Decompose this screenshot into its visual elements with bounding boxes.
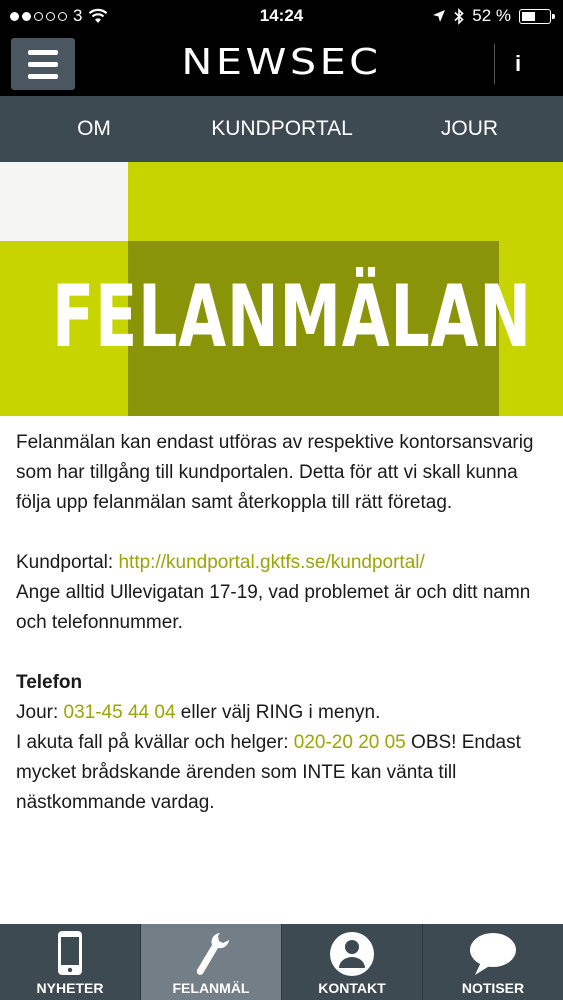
jour-label: Jour:: [16, 702, 64, 723]
nav-felanmal-label: FELANMÄL: [172, 980, 250, 996]
banner-title: FELANMÄLAN: [52, 267, 532, 367]
phone-heading: Telefon: [16, 672, 83, 693]
tab-bar: OM KUNDPORTAL JOUR: [0, 96, 563, 162]
phone-icon: [58, 931, 82, 975]
tab-om[interactable]: OM: [0, 96, 188, 162]
nav-notiser[interactable]: NOTISER: [423, 924, 563, 1000]
info-button[interactable]: i: [500, 48, 536, 80]
status-bar: 3 14:24 52 %: [0, 0, 563, 32]
banner-white-block: [0, 162, 128, 241]
nav-nyheter[interactable]: NYHETER: [0, 924, 141, 1000]
bluetooth-icon: [454, 7, 464, 25]
tab-kundportal[interactable]: KUNDPORTAL: [188, 96, 376, 162]
jour-line: Jour: 031-45 44 04 eller välj RING i men…: [16, 698, 551, 728]
urgent-phone-link[interactable]: 020-20 20 05: [294, 732, 406, 753]
intro-paragraph: Felanmälan kan endast utföras av respekt…: [16, 432, 534, 513]
portal-paragraph: Kundportal: http://kundportal.gktfs.se/k…: [16, 548, 551, 638]
newsec-logo: NEWSEC: [181, 42, 382, 83]
jour-phone-link[interactable]: 031-45 44 04: [64, 702, 176, 723]
urgent-paragraph: I akuta fall på kvällar och helger: 020-…: [16, 728, 551, 818]
jour-suffix: eller välj RING i menyn.: [175, 702, 381, 723]
nav-nyheter-label: NYHETER: [36, 980, 104, 996]
portal-note: Ange alltid Ullevigatan 17-19, vad probl…: [16, 582, 531, 633]
kundportal-link[interactable]: http://kundportal.gktfs.se/kundportal/: [118, 552, 424, 573]
status-right-group: 52 %: [432, 6, 555, 26]
nav-kontakt[interactable]: KONTAKT: [282, 924, 423, 1000]
tab-jour[interactable]: JOUR: [376, 96, 563, 162]
nav-felanmal[interactable]: FELANMÄL: [141, 924, 282, 1000]
portal-label: Kundportal:: [16, 552, 119, 573]
app-header: NEWSEC i: [0, 32, 563, 96]
nav-notiser-label: NOTISER: [461, 980, 525, 996]
bottom-nav: NYHETER FELANMÄL KONTAKT NOTISER: [0, 924, 563, 1000]
nav-kontakt-label: KONTAKT: [318, 980, 386, 996]
felanmalan-banner: FELANMÄLAN: [0, 162, 563, 416]
person-icon: [330, 932, 374, 976]
header-divider: [494, 44, 495, 84]
battery-icon: [519, 8, 555, 24]
battery-percent: 52 %: [472, 6, 511, 25]
speech-bubble-icon: [470, 933, 516, 975]
wrench-icon: [196, 933, 229, 975]
urgent-label: I akuta fall på kvällar och helger:: [16, 732, 294, 753]
location-arrow-icon: [433, 10, 446, 22]
content-body: Felanmälan kan endast utföras av respekt…: [16, 428, 551, 818]
